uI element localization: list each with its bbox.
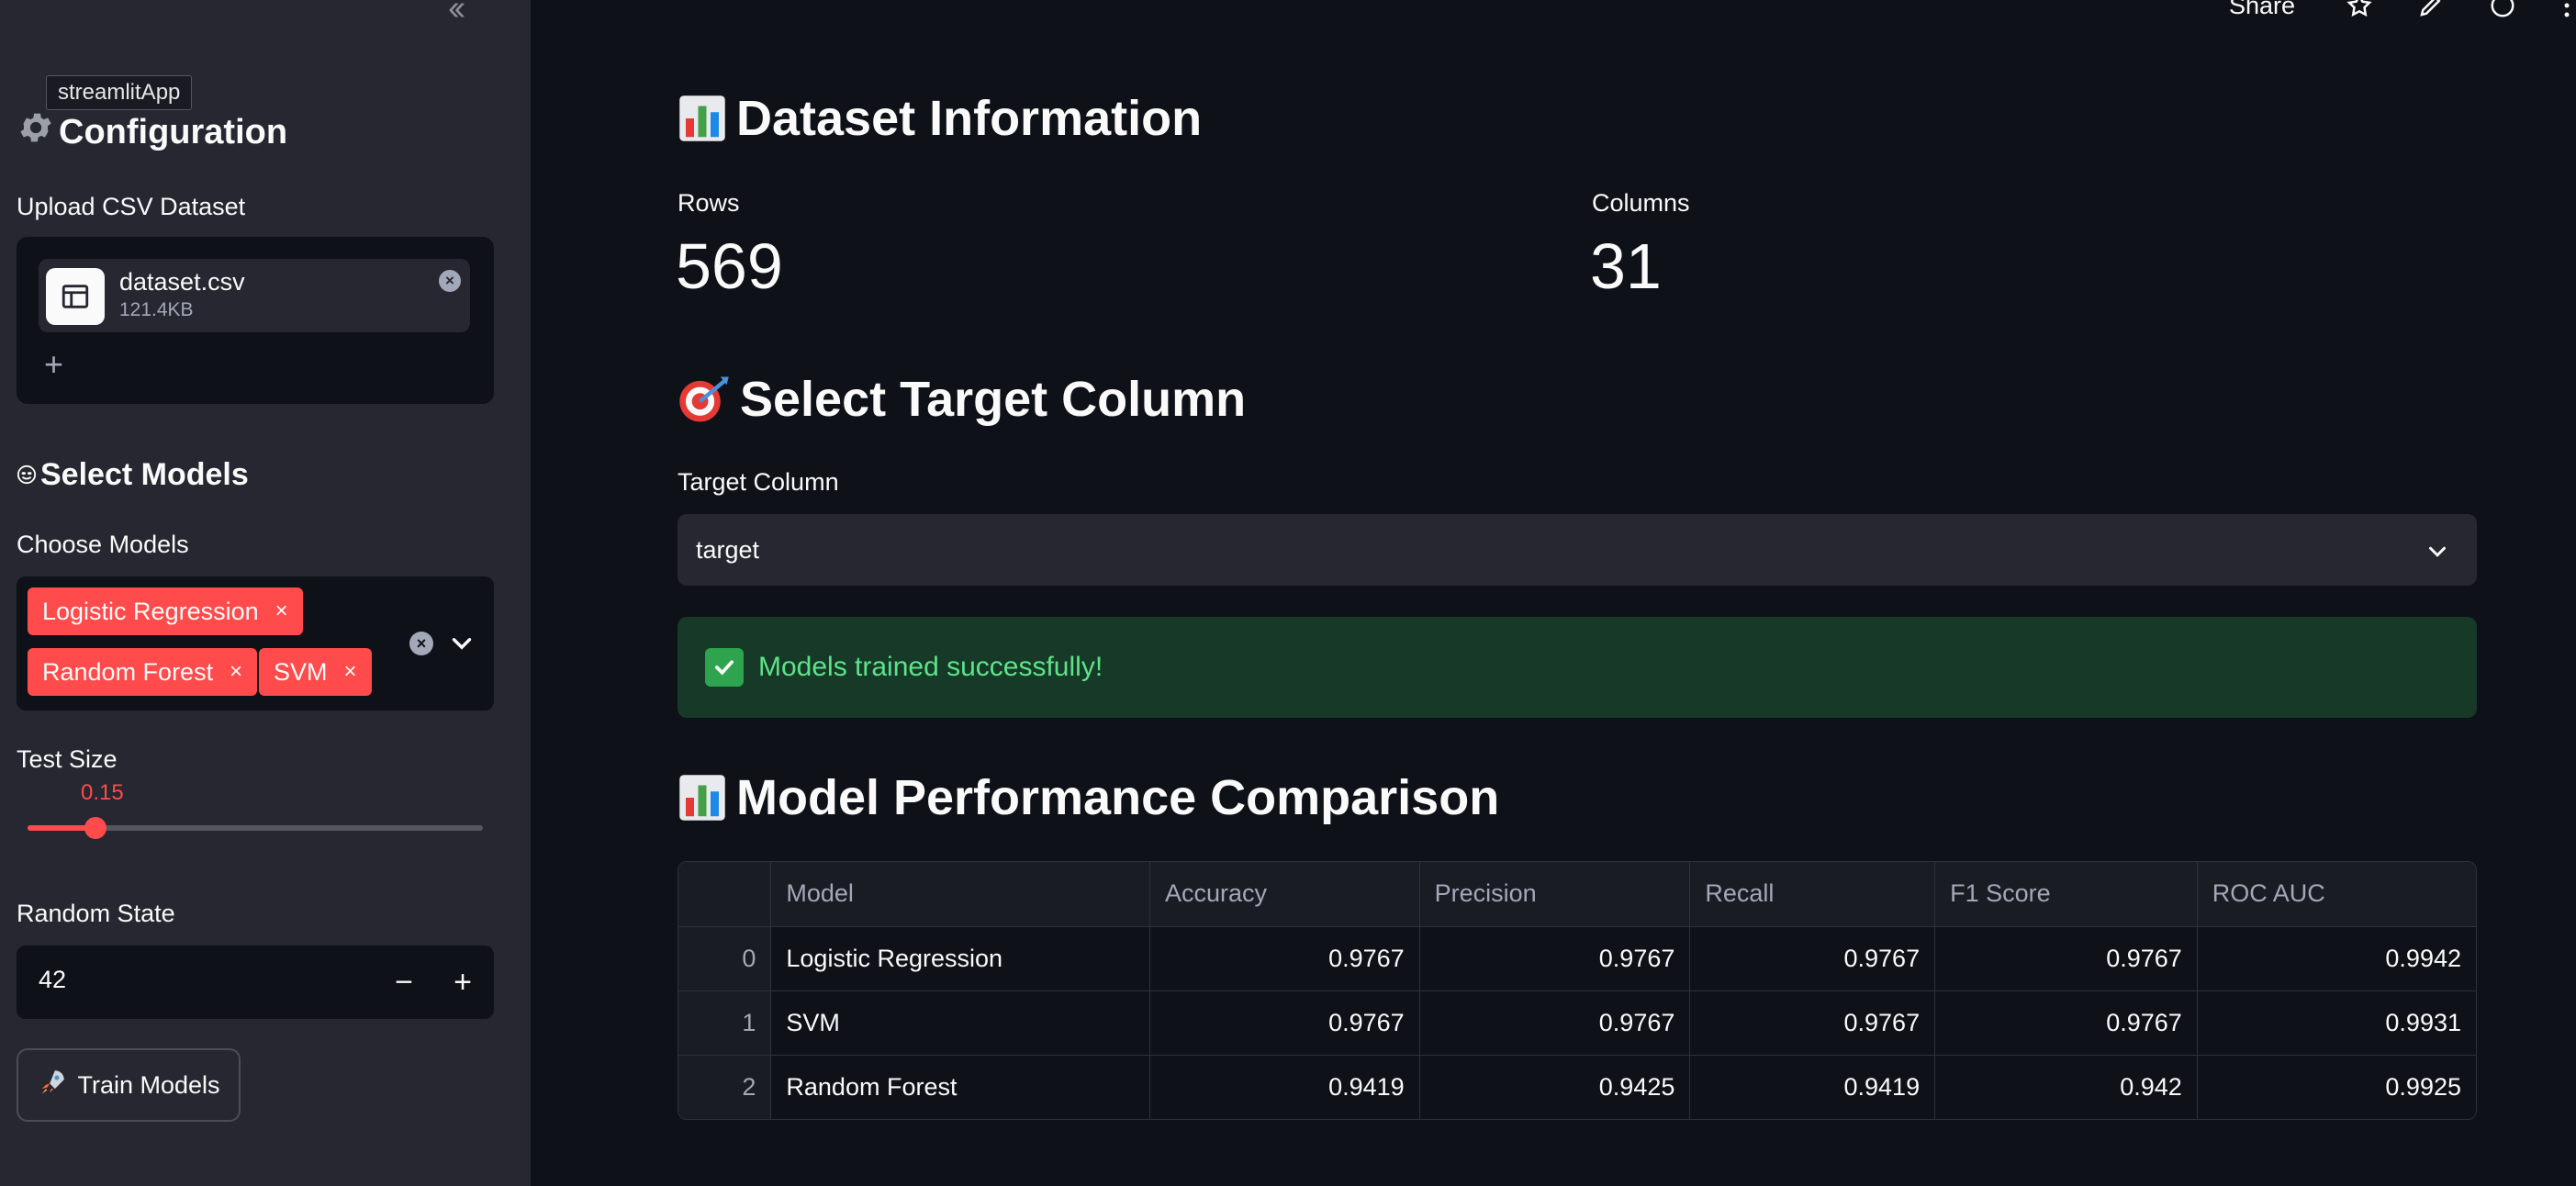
row-index: 2 bbox=[678, 1055, 772, 1119]
collapse-sidebar-icon[interactable]: ‹‹ bbox=[448, 0, 465, 28]
model-tag-logistic-regression: Logistic Regression × bbox=[28, 587, 303, 635]
select-models-title: Select Models bbox=[17, 457, 249, 493]
precision-cell[interactable]: 0.9425 bbox=[1419, 1055, 1691, 1119]
select-models-title-text: Select Models bbox=[40, 457, 249, 492]
columns-label: Columns bbox=[1592, 189, 1690, 217]
table-row: 1 SVM 0.9767 0.9767 0.9767 0.9767 0.9931 bbox=[678, 990, 2476, 1056]
target-column-title-text: Select Target Column bbox=[740, 372, 1247, 427]
upload-label: Upload CSV Dataset bbox=[17, 193, 246, 220]
recall-cell[interactable]: 0.9767 bbox=[1689, 926, 1936, 991]
column-header-recall[interactable]: Recall bbox=[1689, 862, 1936, 927]
remove-tag-icon[interactable]: × bbox=[230, 659, 242, 685]
test-size-slider[interactable] bbox=[28, 817, 483, 839]
chevron-down-icon[interactable] bbox=[446, 628, 477, 664]
recall-cell[interactable]: 0.9419 bbox=[1689, 1055, 1936, 1119]
configuration-title-text: Configuration bbox=[59, 112, 288, 151]
rocket-icon bbox=[37, 1067, 68, 1104]
f1-score-cell[interactable]: 0.9767 bbox=[1934, 990, 2198, 1056]
recall-cell[interactable]: 0.9767 bbox=[1689, 990, 1936, 1056]
dataset-info-title: Dataset Information bbox=[678, 90, 1202, 147]
configuration-title: Configuration bbox=[17, 108, 287, 156]
f1-score-cell[interactable]: 0.942 bbox=[1934, 1055, 2198, 1119]
f1-score-cell[interactable]: 0.9767 bbox=[1934, 926, 2198, 991]
target-column-select[interactable]: target bbox=[678, 514, 2477, 586]
add-file-icon[interactable]: + bbox=[44, 345, 63, 384]
column-header-roc-auc[interactable]: ROC AUC bbox=[2197, 862, 2476, 927]
model-tag-label: SVM bbox=[274, 657, 328, 686]
remove-file-icon[interactable]: × bbox=[439, 270, 461, 292]
models-multiselect[interactable]: Logistic Regression × Random Forest × SV… bbox=[17, 576, 494, 710]
model-tag-svm: SVM × bbox=[259, 648, 372, 696]
target-column-value: target bbox=[696, 536, 760, 564]
target-column-title: Select Target Column bbox=[678, 371, 1246, 428]
column-header-index[interactable] bbox=[678, 862, 772, 927]
model-tag-label: Random Forest bbox=[42, 657, 214, 686]
decrement-button[interactable]: − bbox=[382, 960, 426, 1004]
gear-icon bbox=[17, 108, 55, 156]
performance-table[interactable]: Model Accuracy Precision Recall F1 Score… bbox=[678, 861, 2477, 1120]
choose-models-label: Choose Models bbox=[17, 531, 189, 558]
uploaded-file: dataset.csv 121.4KB × bbox=[39, 259, 470, 332]
mask-icon bbox=[17, 457, 37, 493]
train-models-button[interactable]: Train Models bbox=[17, 1048, 241, 1122]
roc-auc-cell[interactable]: 0.9942 bbox=[2197, 926, 2476, 991]
train-models-label: Train Models bbox=[77, 1070, 220, 1099]
rows-value: 569 bbox=[676, 230, 783, 302]
columns-value: 31 bbox=[1590, 230, 1662, 302]
success-message: Models trained successfully! bbox=[758, 652, 1103, 682]
model-cell[interactable]: SVM bbox=[770, 990, 1150, 1056]
file-size: 121.4KB bbox=[119, 299, 194, 320]
remove-tag-icon[interactable]: × bbox=[275, 599, 288, 624]
bar-chart-icon bbox=[678, 773, 727, 822]
model-tag-random-forest: Random Forest × bbox=[28, 648, 258, 696]
tooltip: streamlitApp bbox=[46, 75, 193, 110]
test-size-value: 0.15 bbox=[81, 780, 124, 805]
accuracy-cell[interactable]: 0.9767 bbox=[1149, 926, 1420, 991]
clear-all-icon[interactable]: × bbox=[409, 632, 433, 655]
check-icon bbox=[705, 648, 744, 687]
model-tag-label: Logistic Regression bbox=[42, 597, 259, 625]
roc-auc-cell[interactable]: 0.9931 bbox=[2197, 990, 2476, 1056]
precision-cell[interactable]: 0.9767 bbox=[1419, 990, 1691, 1056]
roc-auc-cell[interactable]: 0.9925 bbox=[2197, 1055, 2476, 1119]
file-table-icon bbox=[46, 268, 105, 325]
performance-comparison-title: Model Performance Comparison bbox=[678, 769, 1499, 826]
dataset-info-title-text: Dataset Information bbox=[736, 91, 1203, 146]
random-state-input[interactable]: 42 − + bbox=[17, 945, 494, 1019]
target-icon bbox=[678, 375, 731, 424]
success-alert: Models trained successfully! bbox=[678, 617, 2477, 718]
file-name: dataset.csv bbox=[119, 268, 245, 296]
file-uploader[interactable]: dataset.csv 121.4KB × + bbox=[17, 237, 494, 404]
table-header-row: Model Accuracy Precision Recall F1 Score… bbox=[678, 862, 2476, 927]
column-header-f1-score[interactable]: F1 Score bbox=[1934, 862, 2198, 927]
performance-comparison-title-text: Model Performance Comparison bbox=[736, 770, 1500, 825]
random-state-value[interactable]: 42 bbox=[39, 966, 66, 994]
accuracy-cell[interactable]: 0.9767 bbox=[1149, 990, 1420, 1056]
sidebar: ‹‹ streamlitApp Configuration Upload CSV… bbox=[0, 0, 531, 1186]
accuracy-cell[interactable]: 0.9419 bbox=[1149, 1055, 1420, 1119]
row-index: 0 bbox=[678, 926, 772, 991]
model-cell[interactable]: Logistic Regression bbox=[770, 926, 1150, 991]
rows-label: Rows bbox=[678, 189, 740, 217]
precision-cell[interactable]: 0.9767 bbox=[1419, 926, 1691, 991]
bar-chart-icon bbox=[678, 94, 727, 143]
increment-button[interactable]: + bbox=[441, 960, 485, 1004]
table-row: 0 Logistic Regression 0.9767 0.9767 0.97… bbox=[678, 926, 2476, 991]
test-size-label: Test Size bbox=[17, 745, 118, 773]
row-index: 1 bbox=[678, 990, 772, 1056]
chevron-down-icon[interactable] bbox=[2424, 538, 2451, 570]
model-cell[interactable]: Random Forest bbox=[770, 1055, 1150, 1119]
slider-thumb[interactable] bbox=[84, 817, 107, 839]
column-header-precision[interactable]: Precision bbox=[1419, 862, 1691, 927]
column-header-model[interactable]: Model bbox=[770, 862, 1150, 927]
target-column-label: Target Column bbox=[678, 468, 839, 496]
remove-tag-icon[interactable]: × bbox=[344, 659, 357, 685]
table-row: 2 Random Forest 0.9419 0.9425 0.9419 0.9… bbox=[678, 1055, 2476, 1119]
main-content: Dataset Information Rows 569 Columns 31 … bbox=[531, 0, 2576, 1186]
column-header-accuracy[interactable]: Accuracy bbox=[1149, 862, 1420, 927]
random-state-label: Random State bbox=[17, 900, 175, 927]
